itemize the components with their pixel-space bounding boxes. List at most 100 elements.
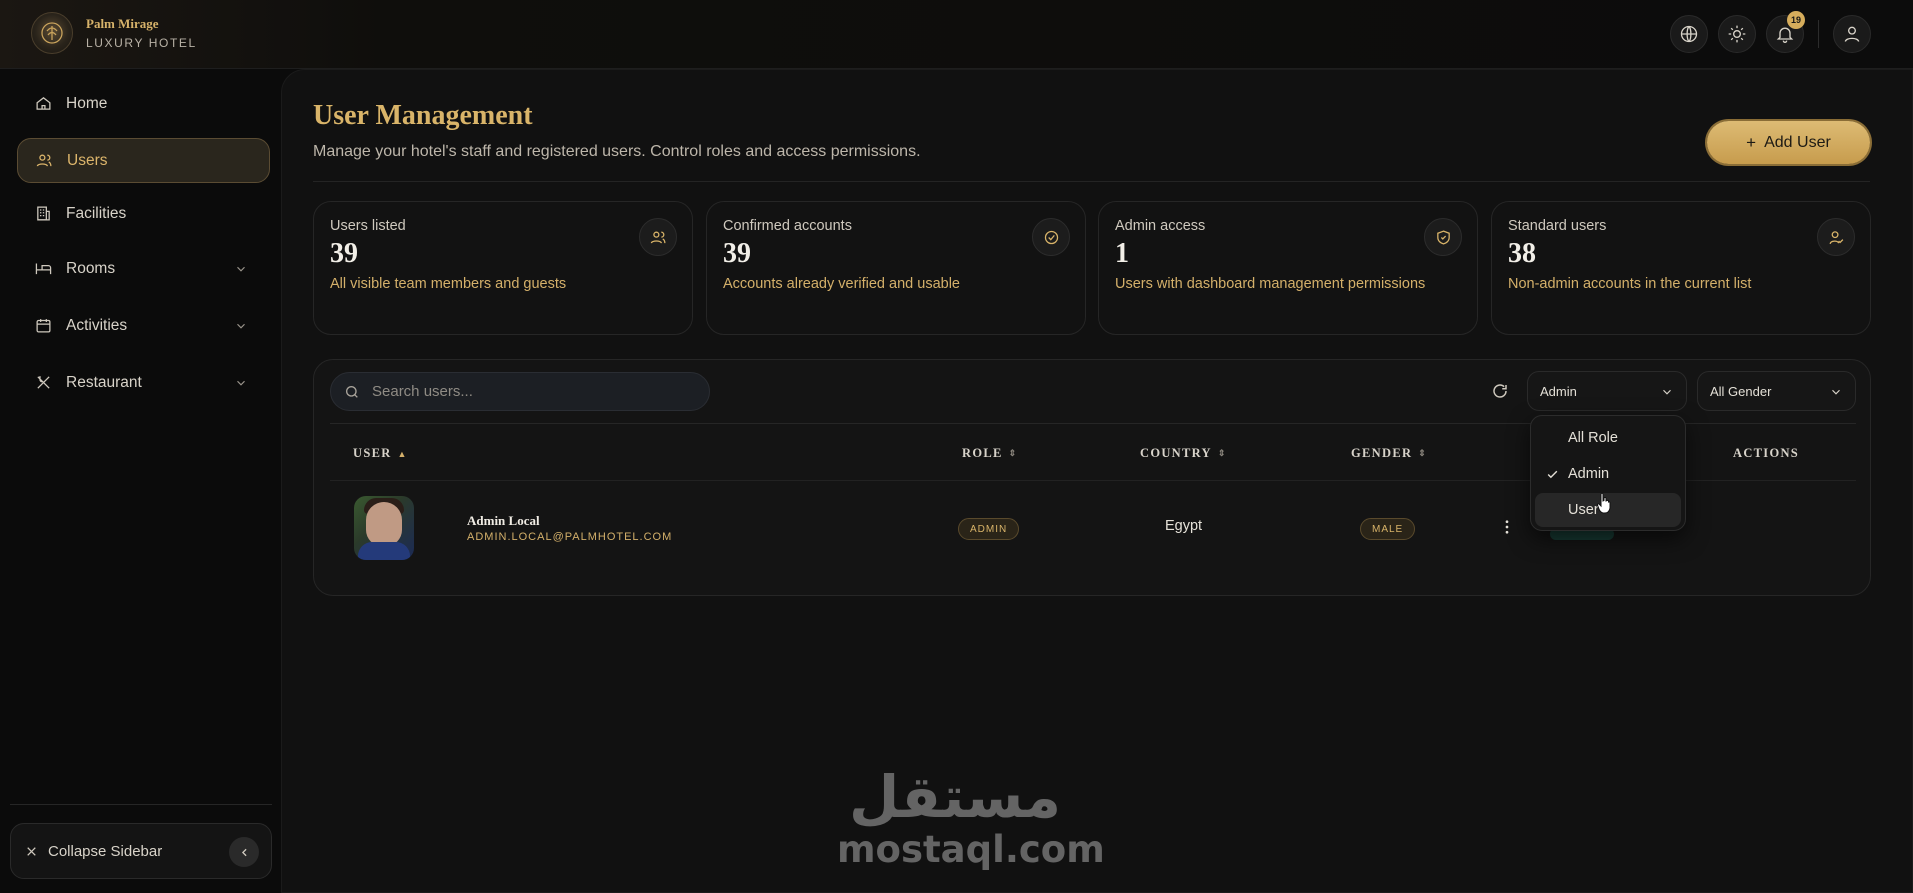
sidebar-item-home[interactable]: Home xyxy=(17,81,270,126)
stat-card-confirmed-accounts: Confirmed accounts 39 Accounts already v… xyxy=(706,201,1086,335)
sort-icon: ⇕ xyxy=(1418,448,1428,458)
stat-label: Users listed xyxy=(330,218,406,234)
sort-icon: ⇕ xyxy=(1217,448,1227,458)
language-button[interactable] xyxy=(1670,15,1708,53)
chevron-down-icon xyxy=(237,266,245,272)
sidebar-item-label: Rooms xyxy=(66,259,116,277)
search-input[interactable] xyxy=(372,383,692,400)
profile-button[interactable] xyxy=(1833,15,1871,53)
stat-icon-wrap xyxy=(1817,218,1855,256)
watermark: مستقل mostaql.com xyxy=(837,763,1105,882)
header-divider xyxy=(313,181,1870,182)
more-vertical-icon[interactable] xyxy=(1498,518,1516,536)
sidebar-item-facilities[interactable]: Facilities xyxy=(17,191,270,236)
stat-card-admin-access: Admin access 1 Users with dashboard mana… xyxy=(1098,201,1478,335)
hand-cursor-icon xyxy=(1596,492,1611,514)
calendar-icon xyxy=(36,319,51,333)
sidebar-item-restaurant[interactable]: Restaurant xyxy=(17,360,270,405)
user-email: ADMIN.LOCAL@PALMHOTEL.COM xyxy=(467,531,673,543)
sidebar-divider xyxy=(10,804,272,805)
user-name: Admin Local xyxy=(467,513,540,528)
column-header-label: ROLE xyxy=(962,446,1003,460)
gender-badge: MALE xyxy=(1360,518,1416,540)
stat-label: Standard users xyxy=(1508,218,1607,234)
column-header-user[interactable]: USER ▲ xyxy=(353,446,408,461)
sidebar-item-users[interactable]: Users xyxy=(17,138,270,183)
sun-icon xyxy=(1728,25,1746,43)
stat-description: Users with dashboard management permissi… xyxy=(1115,276,1426,292)
role-option-admin[interactable]: Admin xyxy=(1535,457,1681,491)
check-circle-icon xyxy=(1044,230,1058,244)
sidebar: Home Users Facilities Rooms Activities R… xyxy=(5,69,277,893)
stat-card-standard-users: Standard users 38 Non-admin accounts in … xyxy=(1491,201,1871,335)
country-cell: Egypt xyxy=(1165,518,1203,534)
users-icon xyxy=(36,154,52,167)
refresh-icon[interactable] xyxy=(1491,382,1509,400)
topbar-divider xyxy=(1818,20,1819,48)
column-header-country[interactable]: COUNTRY ⇕ xyxy=(1140,446,1227,461)
notifications-button[interactable]: 19 xyxy=(1766,11,1805,53)
page-title: User Management xyxy=(313,100,533,131)
column-header-label: GENDER xyxy=(1351,446,1413,460)
gender-filter-select[interactable]: All Gender xyxy=(1697,371,1856,411)
stat-label: Confirmed accounts xyxy=(723,218,852,234)
home-icon xyxy=(36,97,51,110)
check-icon xyxy=(1547,470,1558,479)
stat-label: Admin access xyxy=(1115,218,1206,234)
role-option-label: Admin xyxy=(1568,466,1610,482)
search-box[interactable] xyxy=(330,372,710,411)
watermark-latin: mostaql.com xyxy=(837,828,1105,871)
gender-filter-value: All Gender xyxy=(1710,383,1772,399)
collapse-sidebar-button[interactable]: Collapse Sidebar xyxy=(10,823,272,879)
chevron-down-icon xyxy=(237,380,245,386)
watermark-arabic: مستقل xyxy=(848,763,1062,831)
shield-icon xyxy=(1436,229,1450,245)
user-check-icon xyxy=(1829,230,1843,244)
user-icon xyxy=(1844,26,1860,42)
utensils-icon xyxy=(37,376,50,389)
sidebar-item-label: Restaurant xyxy=(66,373,142,391)
sidebar-item-label: Activities xyxy=(66,316,128,334)
avatar xyxy=(354,496,414,560)
role-option-label: User xyxy=(1568,502,1599,518)
role-option-all[interactable]: All Role xyxy=(1535,421,1681,455)
column-header-role[interactable]: ROLE ⇕ xyxy=(962,446,1017,461)
brand-name: Palm Mirage xyxy=(86,15,159,31)
stat-value: 39 xyxy=(723,238,751,269)
chevron-left-icon xyxy=(241,848,247,856)
chevron-down-icon xyxy=(237,323,245,329)
role-filter-select[interactable]: Admin xyxy=(1527,371,1687,411)
sidebar-item-label: Facilities xyxy=(66,204,127,222)
brand-subtitle: LUXURY HOTEL xyxy=(86,35,197,50)
stat-icon-wrap xyxy=(1032,218,1070,256)
stat-icon-wrap xyxy=(1424,218,1462,256)
stat-value: 38 xyxy=(1508,238,1536,269)
brand[interactable]: Palm Mirage LUXURY HOTEL xyxy=(31,12,197,54)
notification-count-badge: 19 xyxy=(1787,11,1805,29)
sidebar-item-rooms[interactable]: Rooms xyxy=(17,246,270,291)
building-icon xyxy=(37,206,50,221)
theme-toggle-button[interactable] xyxy=(1718,15,1756,53)
column-header-gender[interactable]: GENDER ⇕ xyxy=(1351,446,1427,461)
column-header-label: ACTIONS xyxy=(1733,446,1800,460)
sort-ascending-icon: ▲ xyxy=(397,448,408,459)
chevron-down-icon xyxy=(1663,389,1671,395)
sidebar-item-activities[interactable]: Activities xyxy=(17,303,270,348)
collapse-chevron[interactable] xyxy=(229,837,259,867)
column-header-label: USER xyxy=(353,446,392,460)
stat-icon-wrap xyxy=(639,218,677,256)
sidebar-item-label: Home xyxy=(66,94,108,112)
role-badge: ADMIN xyxy=(958,518,1020,540)
stat-card-users-listed: Users listed 39 All visible team members… xyxy=(313,201,693,335)
search-icon xyxy=(346,385,358,398)
globe-icon xyxy=(1680,25,1698,43)
stat-value: 39 xyxy=(330,238,358,269)
brand-logo xyxy=(31,12,73,54)
column-header-actions: ACTIONS xyxy=(1733,446,1799,461)
top-bar: Palm Mirage LUXURY HOTEL 19 xyxy=(0,0,1913,69)
chevron-down-icon xyxy=(1832,389,1840,395)
close-icon xyxy=(27,846,36,856)
stat-description: All visible team members and guests xyxy=(330,276,567,292)
add-user-button[interactable]: + Add User xyxy=(1707,121,1870,164)
sidebar-item-label: Users xyxy=(67,151,108,169)
